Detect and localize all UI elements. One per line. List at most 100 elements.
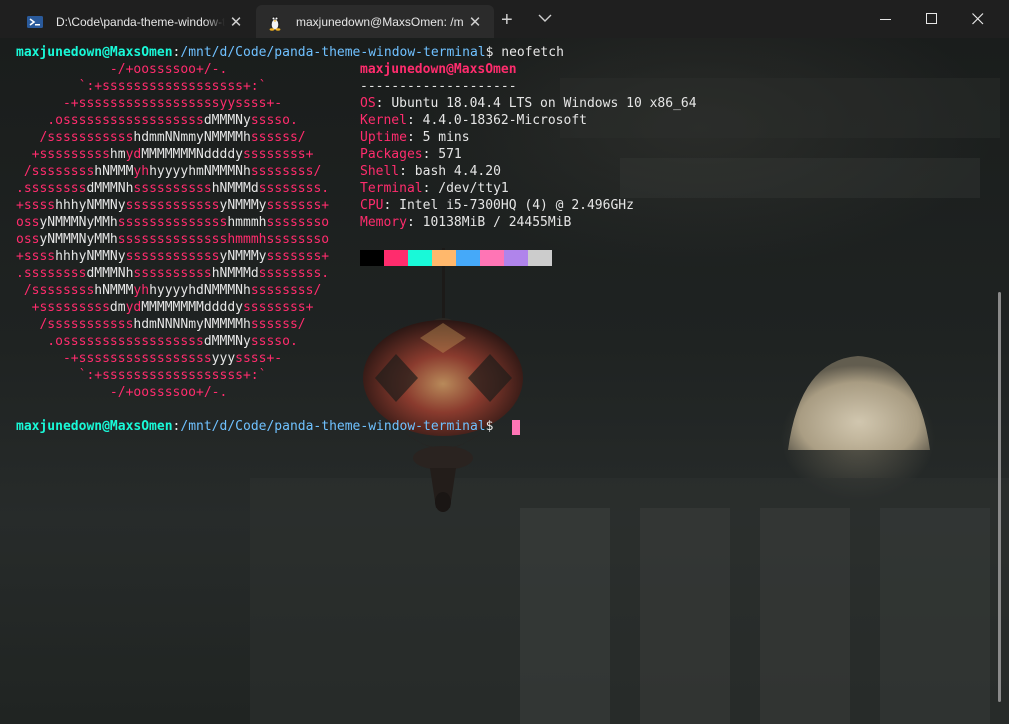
info-row: Uptime: 5 mins bbox=[360, 129, 470, 146]
ascii-logo-line: +sssshhhyNMMNyssssssssssssyNMMMysssssss+ bbox=[16, 197, 329, 214]
ascii-logo-segment: hyyyyhdNMMMNh bbox=[149, 283, 251, 298]
tab-ubuntu[interactable]: maxjunedown@MaxsOmen: /mnt/d/Code/panda-… bbox=[256, 5, 494, 38]
ascii-logo-segment: hNMMMd bbox=[211, 181, 259, 196]
ascii-logo-line: `:+ssssssssssssssssss+:` bbox=[16, 78, 267, 95]
ascii-logo-segment: .ssssssss bbox=[16, 266, 87, 281]
color-palette bbox=[360, 250, 552, 266]
ascii-logo-line: /ssssssssssshdmNNNNmyNMMMMhssssss/ bbox=[16, 316, 306, 333]
info-colon: : bbox=[399, 164, 415, 179]
ascii-logo-segment: hdmNNNNmyNMMMMh bbox=[133, 317, 251, 332]
ascii-logo-segment: dm bbox=[109, 300, 126, 315]
info-key: Terminal bbox=[360, 181, 423, 196]
info-row: Memory: 10138MiB / 24455MiB bbox=[360, 214, 571, 231]
ascii-logo-segment: ssssssss+ bbox=[242, 300, 314, 315]
info-row: Kernel: 4.4.0-18362-Microsoft bbox=[360, 112, 587, 129]
ascii-logo-segment: hhhyNMMNy bbox=[55, 249, 126, 264]
ascii-logo-segment: ssss+- bbox=[235, 351, 283, 366]
ascii-logo-segment: yNMMMy bbox=[219, 249, 267, 264]
ascii-logo-segment: ssssssss/ bbox=[250, 164, 322, 179]
ascii-logo-segment: ssssssss+ bbox=[242, 147, 314, 162]
ascii-logo-segment: dMMMNy bbox=[203, 113, 251, 128]
info-separator: -------------------- bbox=[360, 79, 517, 94]
info-value: /dev/tty1 bbox=[438, 181, 509, 196]
ascii-logo-segment: hmmmh bbox=[227, 215, 267, 230]
maximize-icon bbox=[926, 13, 937, 24]
ascii-logo-segment: oss bbox=[16, 232, 40, 247]
prompt-user-host: maxjunedown@MaxsOmen bbox=[16, 419, 173, 434]
ascii-logo-line: -+sssssssssssssssssyyyssss+- bbox=[16, 350, 282, 367]
maximize-button[interactable] bbox=[909, 0, 955, 38]
info-value: 5 mins bbox=[422, 130, 470, 145]
ascii-logo-segment: dMMMNh bbox=[86, 181, 134, 196]
ascii-logo-segment: hNMMM bbox=[94, 283, 134, 298]
ascii-logo-segment: ssssssssss bbox=[133, 181, 212, 196]
info-row: Packages: 571 bbox=[360, 146, 462, 163]
palette-swatch bbox=[384, 250, 408, 266]
close-tab-icon[interactable]: ✕ bbox=[464, 13, 486, 31]
close-tab-icon[interactable]: ✕ bbox=[225, 13, 247, 31]
ascii-logo-segment: /ssssssss bbox=[16, 283, 95, 298]
scrollbar-thumb[interactable] bbox=[998, 292, 1001, 702]
prompt-line: maxjunedown@MaxsOmen:/mnt/d/Code/panda-t… bbox=[16, 44, 564, 61]
ascii-logo-segment: sssssss+ bbox=[266, 198, 330, 213]
ascii-logo-segment: -/+oossssoo+/-. bbox=[16, 385, 228, 400]
tab-powershell[interactable]: D:\Code\panda-theme-window-terminal ✕ bbox=[9, 5, 255, 38]
ascii-logo-segment: MMMMMMMMddddy bbox=[141, 300, 243, 315]
ascii-logo-segment: ssssssssssssss bbox=[117, 215, 228, 230]
info-colon: : bbox=[406, 130, 423, 145]
ascii-logo-line: /sssssssshNMMMyhhyyyyhdNMMMNhssssssss/ bbox=[16, 282, 321, 299]
terminal-pane[interactable]: maxjunedown@MaxsOmen: /mnt/d/Code/panda-t… bbox=[0, 38, 1009, 724]
ascii-logo-segment: ssssssss. bbox=[258, 181, 330, 196]
ascii-logo-segment: ssssss/ bbox=[250, 130, 306, 145]
powershell-icon bbox=[27, 15, 43, 28]
ascii-logo-segment: `:+ssssssssssssssssss+:` bbox=[16, 368, 267, 383]
ascii-logo-segment: hdmmNNmmyNMMMMh bbox=[133, 130, 251, 145]
ascii-logo-segment: +sssssssss bbox=[16, 300, 110, 315]
text-cursor bbox=[512, 420, 520, 435]
ascii-logo-segment: /ssssssss bbox=[16, 164, 95, 179]
prompt-line: maxjunedown@MaxsOmen:/mnt/d/Code/panda-t… bbox=[16, 418, 493, 435]
minimize-button[interactable] bbox=[863, 0, 909, 38]
palette-swatch bbox=[480, 250, 504, 266]
info-title: maxjunedown@MaxsOmen bbox=[360, 62, 517, 77]
ascii-logo-segment: -+ssssssssssssssssssyyssss+- bbox=[16, 96, 283, 111]
ascii-logo-segment: dMMMNy bbox=[203, 334, 251, 349]
prompt-path: /mnt/d/Code/panda-theme-window-terminal bbox=[180, 419, 486, 434]
ascii-logo-segment: ssssss/ bbox=[250, 317, 306, 332]
ascii-logo-line: .ssssssssdMMMNhsssssssssshNMMMdssssssss. bbox=[16, 180, 329, 197]
ascii-logo-segment: sssssssssssssshmmmhssssssso bbox=[117, 232, 330, 247]
info-key: Uptime bbox=[360, 130, 407, 145]
ascii-logo-segment: .ossssssssssssssssss bbox=[16, 113, 204, 128]
ascii-logo-segment: +ssss bbox=[16, 198, 56, 213]
ascii-logo-segment: .ssssssss bbox=[16, 181, 87, 196]
ascii-logo-segment: +sssssssss bbox=[16, 147, 110, 162]
ascii-logo-segment: -+sssssssssssssssss bbox=[16, 351, 212, 366]
info-colon: : bbox=[375, 96, 392, 111]
info-value: 4.4.0-18362-Microsoft bbox=[422, 113, 587, 128]
info-key: CPU bbox=[360, 198, 384, 213]
ascii-logo-segment: hNMMM bbox=[94, 164, 134, 179]
title-bar: D:\Code\panda-theme-window-terminal ✕ ma… bbox=[0, 0, 1009, 38]
ascii-logo-segment: +ssss bbox=[16, 249, 56, 264]
close-window-button[interactable] bbox=[955, 0, 1001, 38]
ascii-logo-segment: hyyyyhmNMMMNh bbox=[149, 164, 251, 179]
ascii-logo-segment: hhhyNMMNy bbox=[55, 198, 126, 213]
ascii-logo-segment: /sssssssssss bbox=[16, 317, 134, 332]
palette-swatch bbox=[456, 250, 480, 266]
new-tab-button[interactable]: + bbox=[501, 9, 513, 32]
ascii-logo-segment: hm bbox=[109, 147, 126, 162]
ascii-logo-line: +sssshhhyNMMNyssssssssssssyNMMMysssssss+ bbox=[16, 248, 329, 265]
ascii-logo-line: -/+oossssoo+/-. bbox=[16, 384, 227, 401]
ascii-logo-segment: ssssssss. bbox=[258, 266, 330, 281]
chevron-down-icon[interactable] bbox=[538, 13, 552, 23]
ascii-logo-segment: hNMMMd bbox=[211, 266, 259, 281]
ascii-logo-line: .ssssssssdMMMNhsssssssssshNMMMdssssssss. bbox=[16, 265, 329, 282]
ascii-logo-segment: .ossssssssssssssssss bbox=[16, 334, 204, 349]
info-value: Ubuntu 18.04.4 LTS on Windows 10 x86_64 bbox=[391, 96, 697, 111]
palette-swatch bbox=[432, 250, 456, 266]
info-row: CPU: Intel i5-7300HQ (4) @ 2.496GHz bbox=[360, 197, 634, 214]
ascii-logo-segment: yh bbox=[133, 283, 150, 298]
tux-linux-icon bbox=[269, 15, 281, 31]
close-icon bbox=[972, 13, 984, 25]
ascii-logo-segment: yd bbox=[125, 300, 142, 315]
